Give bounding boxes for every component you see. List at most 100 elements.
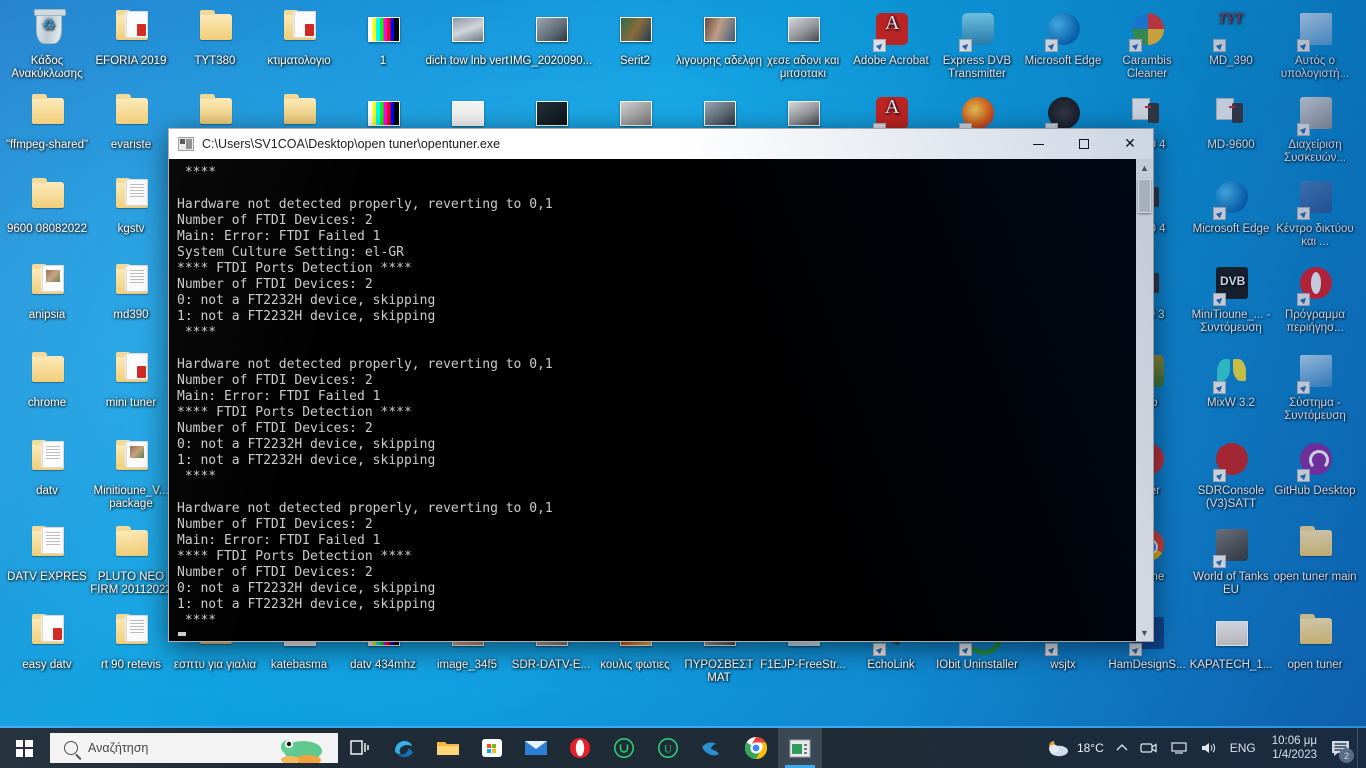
taskbar-mail[interactable] (514, 728, 558, 768)
desktop-icon-label: mini tuner (105, 397, 157, 409)
desktop-icon-label: World of Tanks EU (1193, 571, 1269, 596)
taskbar-file-explorer[interactable] (426, 728, 470, 768)
desktop-icon[interactable]: MD-9600 (1188, 92, 1274, 152)
desktop-icon[interactable]: κτιματολογιο (256, 8, 342, 68)
desktop-icon[interactable]: TYT380 (172, 8, 258, 68)
desktop-icon-label: κτιματολογιο (267, 55, 331, 67)
desktop-icon[interactable]: DATV EXPRES (4, 524, 90, 584)
desktop-icon[interactable]: easy datv (4, 612, 90, 672)
desktop-icon[interactable]: open tuner (1272, 612, 1358, 672)
scroll-down-arrow[interactable]: ▼ (1136, 624, 1153, 641)
desktop-icon[interactable]: Σύστημα - Συντόμευση (1272, 350, 1358, 423)
desktop-icon[interactable]: SDRConsole (V3)SATT (1188, 438, 1274, 511)
language-indicator[interactable]: ENG (1224, 728, 1262, 768)
scroll-up-arrow[interactable]: ▲ (1136, 159, 1153, 176)
weather-widget[interactable]: 18°C (1040, 728, 1110, 768)
show-desktop-button[interactable] (1357, 728, 1366, 768)
window-titlebar[interactable]: C:\Users\SV1COA\Desktop\open tuner\opent… (169, 129, 1153, 159)
desktop-icon[interactable]: mini tuner (88, 350, 174, 410)
desktop-icon[interactable]: chrome (4, 350, 90, 410)
desktop-icon[interactable]: 9600 08082022 (4, 176, 90, 236)
radio-programmer-icon (1132, 97, 1164, 129)
taskbar-skype[interactable] (690, 728, 734, 768)
desktop-icon[interactable]: MixW 3.2 (1188, 350, 1274, 410)
desktop-icon[interactable]: Microsoft Edge (1188, 176, 1274, 236)
desktop-icon[interactable]: "ffmpeg-shared" (4, 92, 90, 152)
console-body[interactable]: **** Hardware not detected properly, rev… (169, 159, 1153, 641)
desktop-icon[interactable]: evariste (88, 92, 174, 152)
start-button[interactable] (0, 728, 48, 768)
show-hidden-icons-button[interactable] (1110, 728, 1134, 768)
desktop-icon[interactable]: Express DVB Transmitter (934, 8, 1020, 81)
taskbar-microsoft-edge[interactable] (382, 728, 426, 768)
desktop-icon[interactable]: Carambis Cleaner (1104, 8, 1190, 81)
taskbar-u-app[interactable]: U (646, 728, 690, 768)
search-box[interactable]: Αναζήτηση (50, 733, 338, 763)
image-thumbnail (452, 17, 484, 42)
camera-tray-icon-button[interactable] (1134, 728, 1164, 768)
notifications-button[interactable]: 2 (1325, 728, 1357, 768)
desktop-icon-glyph: TYT (1207, 8, 1255, 52)
desktop-icon[interactable]: kgstv (88, 176, 174, 236)
desktop-icon[interactable]: KAPATECH_1... (1188, 612, 1274, 672)
desktop-icon[interactable]: DVB MiniTioune_... - Συντόμευση (1188, 262, 1274, 335)
desktop-icon[interactable]: χεσε αδονι και μιτσοτακι (760, 8, 846, 81)
taskbar-google-chrome[interactable] (734, 728, 778, 768)
desktop-icon[interactable]: GitHub Desktop (1272, 438, 1358, 498)
clock[interactable]: 10:06 μμ 1/4/2023 (1262, 734, 1325, 762)
desktop-icon[interactable]: TYT MD_390 (1188, 8, 1274, 68)
desktop[interactable]: Κάδος Ανακύκλωσης EFORIA 2019 TYT380 κτιματ… (0, 0, 1366, 768)
image-thumbnail (1216, 621, 1248, 646)
desktop-icon[interactable]: Αυτός ο υπολογιστή... (1272, 8, 1358, 81)
desktop-icon-label: Πρόγραμμα περιήγησ... (1284, 309, 1346, 334)
desktop-icon-label: DATV EXPRES (7, 571, 87, 583)
utorrent-green-icon (614, 738, 634, 758)
desktop-icon-glyph (107, 8, 155, 52)
desktop-icon[interactable]: anipsia (4, 262, 90, 322)
desktop-icon-label: Κάδος Ανακύκλωσης (11, 55, 83, 80)
desktop-icon[interactable]: open tuner main (1272, 524, 1358, 584)
desktop-icon[interactable]: md390 (88, 262, 174, 322)
scrollbar-thumb[interactable] (1138, 179, 1151, 213)
desktop-icon[interactable]: rt 90 retevis (88, 612, 174, 672)
shortcut-arrow-icon (873, 643, 886, 656)
taskbar-opentuner-window[interactable] (778, 728, 822, 768)
volume-tray-icon-button[interactable] (1194, 728, 1224, 768)
desktop-icon[interactable]: λιγουρης αδελφη (676, 8, 762, 68)
desktop-icon[interactable]: Πρόγραμμα περιήγησ... (1272, 262, 1358, 335)
shortcut-arrow-icon (1045, 39, 1058, 52)
taskbar-opera[interactable] (558, 728, 602, 768)
maximize-button[interactable] (1061, 129, 1107, 159)
notification-count-badge: 2 (1339, 748, 1354, 763)
minimize-button[interactable] (1015, 129, 1061, 159)
desktop-icon[interactable]: PLUTO NEO FIRM 20112022 (88, 524, 174, 597)
desktop-icon[interactable]: datv (4, 438, 90, 498)
desktop-icon[interactable]: A Adobe Acrobat (848, 8, 934, 68)
folder-icon (116, 264, 148, 294)
desktop-icon[interactable]: dich tow lnb vert (424, 8, 510, 68)
network-tray-icon-button[interactable] (1164, 728, 1194, 768)
desktop-icon[interactable]: Κέντρο δικτύου και ... (1272, 176, 1358, 249)
system-tray[interactable]: 18°C ENG 10:06 μμ 1/4/2023 2 (1040, 728, 1366, 768)
taskbar[interactable]: Αναζήτηση U 18°C ENG 10:06 μμ 1/4/2023 2 (0, 726, 1366, 768)
desktop-icon[interactable]: EFORIA 2019 (88, 8, 174, 68)
desktop-icon[interactable]: Microsoft Edge (1020, 8, 1106, 68)
taskbar-microsoft-store[interactable] (470, 728, 514, 768)
folder-icon (32, 352, 64, 382)
search-input-placeholder: Αναζήτηση (88, 741, 149, 755)
console-scrollbar[interactable]: ▲ ▼ (1135, 159, 1153, 641)
close-button[interactable]: ✕ (1107, 129, 1153, 159)
image-thumbnail (620, 101, 652, 126)
speaker-icon (1201, 743, 1215, 753)
desktop-icon[interactable]: Minitioune_V... package (88, 438, 174, 511)
desktop-icon[interactable]: 1 (340, 8, 426, 68)
desktop-icon[interactable]: Serit2 (592, 8, 678, 68)
taskbar-task-view-button[interactable] (338, 728, 382, 768)
desktop-icon[interactable]: World of Tanks EU (1188, 524, 1274, 597)
desktop-icon[interactable]: Διαχείριση Συσκευών... (1272, 92, 1358, 165)
desktop-icon-glyph (611, 8, 659, 52)
desktop-icon[interactable]: Κάδος Ανακύκλωσης (4, 8, 90, 81)
opentuner-console-window[interactable]: C:\Users\SV1COA\Desktop\open tuner\opent… (168, 128, 1154, 642)
desktop-icon[interactable]: IMG_2020090... (508, 8, 594, 68)
taskbar-utorrent[interactable] (602, 728, 646, 768)
